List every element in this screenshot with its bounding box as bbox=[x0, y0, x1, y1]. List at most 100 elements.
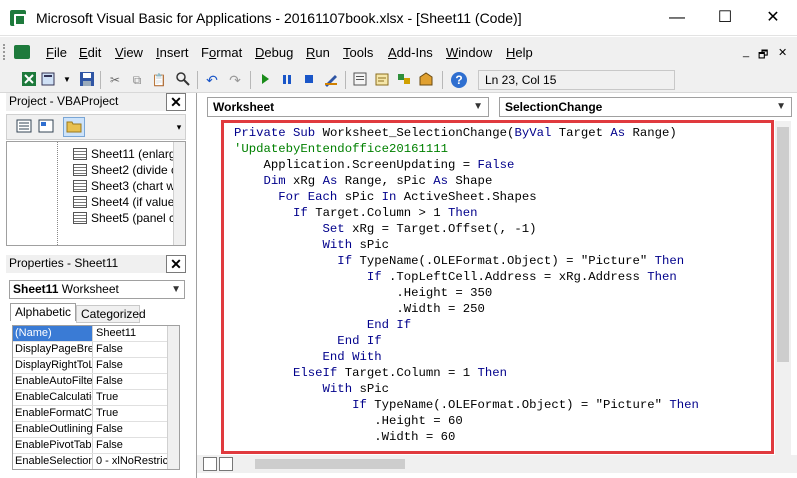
code-vertical-scrollbar[interactable] bbox=[775, 121, 791, 455]
property-row[interactable]: EnableAutoFilter False bbox=[13, 374, 179, 390]
tab-categorized[interactable]: Categorized bbox=[76, 305, 146, 323]
property-row[interactable]: EnableSelection 0 - xlNoRestric bbox=[13, 454, 179, 469]
menu-window[interactable]: Window bbox=[446, 45, 492, 60]
mdi-close-button[interactable]: ✕ bbox=[778, 46, 787, 59]
code-bottom-bar bbox=[197, 455, 797, 473]
code-line: If TypeName(.OLEFormat.Object) = "Pictur… bbox=[234, 398, 699, 412]
tree-item[interactable]: Sheet5 (panel ch bbox=[7, 210, 185, 226]
code-line: Application.ScreenUpdating = False bbox=[234, 158, 515, 172]
menu-insert[interactable]: Insert bbox=[156, 45, 189, 60]
properties-icon[interactable] bbox=[373, 71, 391, 89]
insert-module-icon[interactable] bbox=[40, 71, 58, 89]
property-value[interactable]: Sheet11 bbox=[94, 326, 168, 341]
tree-item[interactable]: Sheet2 (divide c bbox=[7, 162, 185, 178]
property-name: EnablePivotTabl bbox=[15, 438, 93, 453]
undo-icon[interactable]: ↶ bbox=[203, 71, 221, 89]
procedure-view-icon[interactable] bbox=[203, 457, 217, 471]
property-name: EnableOutlining bbox=[15, 422, 93, 437]
property-value[interactable]: False bbox=[94, 422, 168, 437]
chevron-down-icon[interactable]: ▼ bbox=[62, 71, 72, 89]
property-row[interactable]: EnablePivotTabl False bbox=[13, 438, 179, 454]
project-explorer-icon[interactable] bbox=[351, 71, 369, 89]
properties-scrollbar[interactable] bbox=[167, 326, 179, 469]
view-code-icon[interactable] bbox=[15, 118, 33, 136]
property-row[interactable]: EnableFormatCo True bbox=[13, 406, 179, 422]
run-icon[interactable] bbox=[256, 71, 274, 89]
properties-object-select[interactable]: Sheet11 Worksheet ▼ bbox=[9, 280, 185, 299]
maximize-button[interactable]: ☐ bbox=[710, 6, 740, 30]
properties-panel-title: Properties - Sheet11 bbox=[9, 256, 119, 270]
tab-alphabetic[interactable]: Alphabetic bbox=[10, 303, 76, 321]
tree-item[interactable]: Sheet11 (enlarge bbox=[7, 146, 185, 162]
help-icon[interactable]: ? bbox=[450, 71, 468, 89]
tree-item[interactable]: Sheet4 (if value bbox=[7, 194, 185, 210]
property-value[interactable]: 0 - xlNoRestric bbox=[94, 454, 168, 469]
menu-add-ins[interactable]: Add-Ins bbox=[388, 45, 433, 60]
property-value[interactable]: False bbox=[94, 342, 168, 357]
mdi-restore-button[interactable]: 🗗 bbox=[758, 46, 768, 65]
full-module-view-icon[interactable] bbox=[219, 457, 233, 471]
excel-view-icon[interactable] bbox=[20, 71, 38, 89]
cut-icon[interactable]: ✂ bbox=[106, 71, 124, 89]
property-row[interactable]: EnableCalculatio True bbox=[13, 390, 179, 406]
project-panel-close-button[interactable]: ✕ bbox=[166, 93, 186, 111]
menu-help[interactable]: Help bbox=[506, 45, 533, 60]
project-tree-scrollbar[interactable] bbox=[173, 142, 185, 245]
menu-run[interactable]: Run bbox=[306, 45, 330, 60]
excel-menu-icon[interactable] bbox=[14, 45, 30, 59]
menu-file[interactable]: File bbox=[46, 45, 67, 60]
property-value[interactable]: False bbox=[94, 358, 168, 373]
project-panel-header: Project - VBAProject ✕ bbox=[6, 93, 186, 111]
object-combo[interactable]: Worksheet ▼ bbox=[207, 97, 489, 117]
property-row[interactable]: EnableOutlining False bbox=[13, 422, 179, 438]
menu-edit[interactable]: Edit bbox=[79, 45, 101, 60]
menu-debug[interactable]: Debug bbox=[255, 45, 293, 60]
view-object-icon[interactable] bbox=[37, 118, 55, 136]
tree-item-label: Sheet11 (enlarge bbox=[91, 147, 183, 161]
menu-format[interactable]: Format bbox=[201, 45, 242, 60]
menu-grip[interactable] bbox=[3, 44, 7, 60]
toolbox-icon[interactable] bbox=[417, 71, 435, 89]
code-line: If .TopLeftCell.Address = xRg.Address Th… bbox=[234, 270, 677, 284]
toggle-folders-icon[interactable] bbox=[63, 117, 85, 137]
copy-icon[interactable]: ⧉ bbox=[128, 71, 146, 89]
break-icon[interactable] bbox=[278, 71, 296, 89]
sheet-icon bbox=[73, 164, 87, 176]
cursor-position-status: Ln 23, Col 15 bbox=[478, 70, 675, 90]
code-line: .Height = 60 bbox=[234, 414, 463, 428]
property-value[interactable]: True bbox=[94, 406, 168, 421]
find-icon[interactable] bbox=[174, 71, 192, 89]
minimize-button[interactable]: — bbox=[662, 6, 692, 30]
procedure-combo[interactable]: SelectionChange ▼ bbox=[499, 97, 792, 117]
property-row[interactable]: (Name) Sheet11 bbox=[13, 326, 179, 342]
design-mode-icon[interactable] bbox=[322, 71, 340, 89]
chevron-down-icon[interactable]: ▾ bbox=[173, 115, 185, 139]
close-button[interactable]: ✕ bbox=[758, 6, 788, 30]
property-row[interactable]: DisplayRightToL False bbox=[13, 358, 179, 374]
property-name: DisplayRightToL bbox=[15, 358, 93, 373]
object-browser-icon[interactable] bbox=[395, 71, 413, 89]
property-value[interactable]: False bbox=[94, 374, 168, 389]
redo-icon[interactable]: ↷ bbox=[226, 71, 244, 89]
properties-panel-close-button[interactable]: ✕ bbox=[166, 255, 186, 273]
svg-text:?: ? bbox=[455, 73, 462, 87]
horizontal-scrollbar-thumb[interactable] bbox=[255, 459, 405, 469]
code-line: End If bbox=[234, 334, 382, 348]
code-editor[interactable]: Private Sub Worksheet_SelectionChange(By… bbox=[221, 120, 774, 454]
property-row[interactable]: DisplayPageBrea False bbox=[13, 342, 179, 358]
object-combo-value: Worksheet bbox=[213, 100, 275, 114]
paste-icon[interactable]: 📋 bbox=[150, 71, 168, 89]
tree-item[interactable]: Sheet3 (chart wi bbox=[7, 178, 185, 194]
code-line: Set xRg = Target.Offset(, -1) bbox=[234, 222, 537, 236]
mdi-minimize-button[interactable]: _ bbox=[743, 46, 749, 58]
menu-tools[interactable]: Tools bbox=[343, 45, 373, 60]
scrollbar-thumb[interactable] bbox=[777, 127, 789, 362]
reset-icon[interactable] bbox=[300, 71, 318, 89]
toolbar-separator bbox=[345, 71, 346, 89]
property-value[interactable]: False bbox=[94, 438, 168, 453]
save-icon[interactable] bbox=[78, 71, 96, 89]
property-value[interactable]: True bbox=[94, 390, 168, 405]
project-tree: Sheet11 (enlarge Sheet2 (divide c Sheet3… bbox=[6, 141, 186, 246]
property-name: DisplayPageBrea bbox=[15, 342, 93, 357]
menu-view[interactable]: View bbox=[115, 45, 143, 60]
